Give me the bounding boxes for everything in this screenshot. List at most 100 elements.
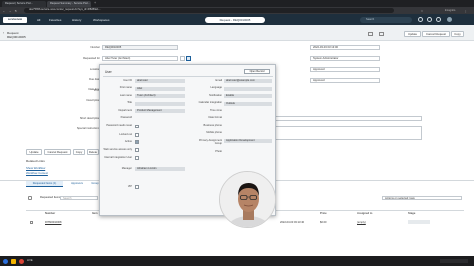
popup-internal-integration-user-checkbox [135,156,139,160]
request-state-select[interactable]: Approved [310,78,380,83]
new-tab-icon[interactable]: + [93,1,97,5]
back-arrow-icon[interactable]: ‹ [3,31,4,35]
popup-calendar-integration-label: Calendar integration [198,101,222,105]
popup-language-field [224,86,272,91]
price-label: Price [93,89,100,92]
nav-all[interactable]: All [37,18,40,22]
delete-button[interactable]: Delete [87,149,99,155]
popup-department-field: Product Management [135,109,185,114]
row-assigned-to[interactable]: (empty) [357,221,366,224]
popup-internal-integration-user-label: Internal Integration User [104,155,132,159]
show-workflow-link[interactable]: Show Workflow [26,166,45,170]
opened-field[interactable]: 2022-03-03 03:13:00 [310,45,380,50]
popup-manager-field: Abraham Lincoln [135,167,185,172]
list-actions-select[interactable]: Actions on selected rows [382,195,462,201]
presenter-portrait [220,172,275,227]
form-breadcrumb: Request REQ0010005 [7,31,26,39]
start-icon[interactable] [3,258,8,264]
number-label: Number [90,46,100,49]
update-button[interactable]: Update [404,31,421,37]
list-menu-icon[interactable] [28,196,32,200]
popup-title: User [105,70,112,74]
forward-icon[interactable]: → [8,9,12,13]
help-icon[interactable] [427,17,432,22]
cancel-request-button-bottom[interactable]: Cancel Request [44,149,71,155]
row-number-link[interactable]: RITM0010008 [45,221,61,224]
popup-vip-label: VIP [127,184,132,188]
requested-for-field[interactable]: Abel Tuter (Architect) [102,56,178,61]
address-bar[interactable]: dev75656.service-now.com/sc_request.do?s… [24,8,394,13]
servicenow-logo[interactable]: servicenow [3,16,27,23]
popup-time-zone-label: Time zone [209,108,222,112]
number-field[interactable]: REQ0010005 [102,45,178,50]
folder-icon[interactable] [11,258,16,264]
list-search[interactable]: Search [60,195,98,201]
row-checkbox[interactable] [30,221,34,225]
special-instructions-label: Special instructions [76,127,100,130]
form-header [0,25,474,41]
avatar[interactable] [447,17,452,22]
cancel-request-button[interactable]: Cancel Request [422,31,450,37]
popup-notification-field: Enable [224,94,272,99]
tab-requested-items[interactable]: Requested Items (1) [26,181,63,187]
popup-date-format-label: Date format [208,116,222,120]
popup-active-label: Active [124,139,132,143]
globe-icon[interactable] [418,17,423,22]
popup-locked-out-label: Locked out [119,132,132,136]
short-description-label: Short description [79,117,100,120]
popup-vip-checkbox [135,185,139,189]
copy-button[interactable]: Copy [451,31,464,37]
incognito-label[interactable]: Incognito [440,9,460,13]
workflow-context-link[interactable]: Workflow Context [26,171,48,175]
record-context-pill[interactable]: Request - REQ0010005 [205,16,265,23]
attachment-icon[interactable] [368,32,373,36]
col-number[interactable]: Number [45,212,55,215]
nav-favorites[interactable]: Favorites [49,18,61,22]
popup-title-field [135,101,185,106]
popup-photo-label: Photo [215,149,222,153]
nav-history[interactable]: History [72,18,81,22]
browser-tab-bar: Request | Service Port... Request Summar… [0,0,474,7]
popup-mobile-phone-label: Mobile phone [206,131,222,135]
description-label: Description [86,99,100,102]
col-assigned-to[interactable]: Assigned to [357,212,372,215]
approval-select[interactable]: Approved [310,67,380,72]
popup-password-needs-reset-checkbox [135,124,139,129]
notification-icon[interactable] [436,17,441,22]
col-stage[interactable]: Stage [408,212,415,215]
menu-icon[interactable]: ⋮ [464,9,468,13]
reload-icon[interactable]: ↻ [14,9,18,13]
col-item[interactable]: Item [92,212,98,215]
due-date-label: Due date [89,78,100,81]
popup-locked-out-checkbox [135,133,139,137]
popup-primary-assignment-group-label: Primary Assignment Group [198,138,222,145]
row-price: $0.00 [320,221,327,224]
tab-approvers[interactable]: Approvers [66,181,88,187]
popup-divider [103,76,273,77]
opened-by-field[interactable]: System Administrator [310,56,380,61]
more-options-icon[interactable] [379,32,384,36]
col-price[interactable]: Price [320,212,327,215]
bookmark-icon[interactable]: ☆ [420,9,424,13]
taskbar: LIVE [0,256,474,266]
presenter-webcam [219,171,276,228]
global-search[interactable]: Search [360,16,412,23]
update-button-bottom[interactable]: Update [26,149,42,155]
popup-first-name-field: Abel [135,86,185,91]
popup-password-label: Password [120,116,132,120]
popup-web-service-access-only-label: Web service access only [103,147,133,151]
popup-email-field: abel.tuter@example.com [224,79,272,84]
popup-user-id-label: User ID [123,78,132,82]
popup-email-label: Email [215,78,223,82]
popup-calendar-integration-field: Outlook [224,101,272,106]
copy-button-bottom[interactable]: Copy [73,149,85,155]
related-links-title: Related Links [26,159,45,163]
info-icon[interactable] [186,56,191,61]
popup-manager-label: Manager [121,166,132,170]
open-record-button[interactable]: Open Record [244,69,270,74]
nav-workspaces[interactable]: Workspaces [93,18,109,22]
lookup-icon[interactable] [180,56,185,61]
chrome-icon[interactable] [19,258,24,264]
live-label: LIVE [27,259,33,262]
back-icon[interactable]: ← [2,9,6,13]
